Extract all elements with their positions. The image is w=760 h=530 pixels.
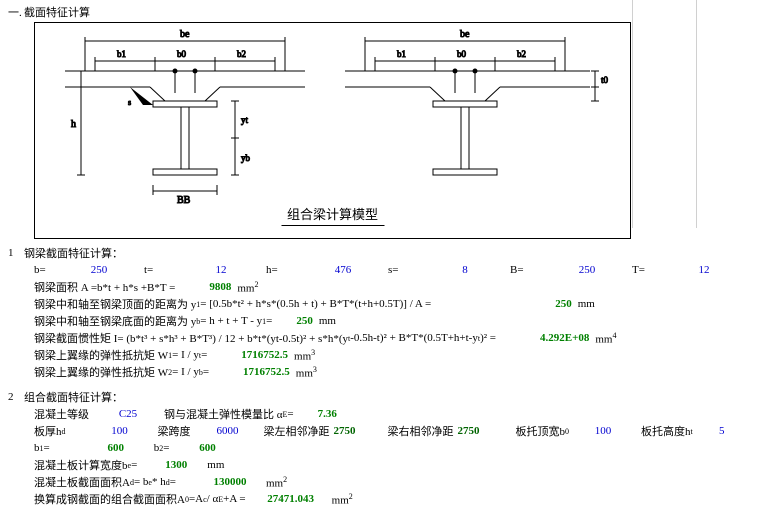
hd[interactable]: 100 bbox=[94, 425, 146, 437]
sec2-b1b2: b1 = 600 b2 = 600 bbox=[8, 440, 760, 456]
ht[interactable]: 5 bbox=[703, 425, 741, 437]
svg-text:yt: yt bbox=[241, 115, 249, 125]
svg-text:be: be bbox=[460, 29, 470, 40]
doc-header: 一. 截面特征计算 bbox=[8, 4, 760, 20]
svg-text:b2: b2 bbox=[237, 49, 246, 59]
param-s[interactable]: 8 bbox=[436, 264, 494, 276]
svg-text:b1: b1 bbox=[397, 49, 406, 59]
header-index: 一. bbox=[8, 4, 24, 20]
W2-row: 钢梁上翼缘的弹性抵抗矩 W2 = I / yb = 1716752.5 mm3 bbox=[8, 364, 760, 380]
svg-text:BB: BB bbox=[177, 195, 191, 206]
concrete-grade[interactable]: C25 bbox=[104, 408, 152, 420]
param-B[interactable]: 250 bbox=[558, 264, 616, 276]
svg-text:b1: b1 bbox=[117, 49, 126, 59]
param-h[interactable]: 476 bbox=[314, 264, 372, 276]
svg-text:s: s bbox=[128, 98, 131, 107]
svg-text:t0: t0 bbox=[601, 75, 609, 85]
right-gap[interactable]: 2750 bbox=[454, 425, 502, 437]
y1-value: 250 bbox=[551, 298, 576, 310]
span[interactable]: 6000 bbox=[202, 425, 254, 437]
I-row: 钢梁截面惯性矩 I= (b*t³ + s*h³ + B*T³) / 12 + b… bbox=[8, 330, 760, 346]
b0[interactable]: 100 bbox=[579, 425, 627, 437]
svg-text:b0: b0 bbox=[457, 49, 467, 59]
sec1-params: b= 250 t= 12 h= 476 s= 8 B= 250 T= 12 bbox=[8, 262, 760, 278]
header-title: 截面特征计算 bbox=[24, 4, 90, 20]
figure-caption: 组合梁计算模型 bbox=[281, 204, 384, 226]
sec2-A0: 换算成钢截面的组合截面面积A0 =Ac/ α E +A = 27471.043 … bbox=[8, 491, 760, 507]
left-gap[interactable]: 2750 bbox=[330, 425, 378, 437]
svg-text:b0: b0 bbox=[177, 49, 187, 59]
W1-row: 钢梁上翼缘的弹性抵抗矩 W1 = I / yt = 1716752.5 mm3 bbox=[8, 347, 760, 363]
W1-value: 1716752.5 bbox=[237, 349, 292, 361]
Ad-value: 130000 bbox=[196, 476, 264, 488]
yb-value: 250 bbox=[292, 315, 317, 327]
param-T[interactable]: 12 bbox=[680, 264, 728, 276]
sec1-header: 1 钢梁截面特征计算： bbox=[8, 245, 760, 261]
be-value: 1300 bbox=[147, 459, 205, 471]
sec2-header: 2 组合截面特征计算： bbox=[8, 389, 760, 405]
y1-row: 钢梁中和轴至钢梁顶面的距离为 y1 = [0.5b*t² + h*s*(0.5h… bbox=[8, 296, 760, 312]
svg-text:be: be bbox=[180, 29, 190, 40]
sec2-line1: 混凝土等级 C25 钢与混凝土弹性模量比 αE = 7.36 bbox=[8, 406, 760, 422]
svg-text:yb: yb bbox=[241, 153, 251, 163]
svg-text:b2: b2 bbox=[517, 49, 526, 59]
figure-box: be b1 b0 b2 s h yt yb bbox=[34, 22, 631, 239]
b2-value: 600 bbox=[181, 442, 233, 454]
area-row: 钢梁面积 A =b*t + h*s +B*T = 9808 mm2 bbox=[8, 279, 760, 295]
sec2-Ad: 混凝土板截面面积Ad = be * hd = 130000 mm2 bbox=[8, 474, 760, 490]
sec2-line2: 板厚hd 100 梁跨度 6000 梁左相邻净距 2750 梁右相邻净距 275… bbox=[8, 423, 760, 439]
svg-text:h: h bbox=[71, 119, 76, 130]
A0-value: 27471.043 bbox=[252, 493, 330, 505]
W2-value: 1716752.5 bbox=[239, 366, 294, 378]
I-value: 4.292E+08 bbox=[536, 332, 593, 344]
area-value: 9808 bbox=[205, 281, 235, 293]
param-t[interactable]: 12 bbox=[192, 264, 250, 276]
alphaE-value: 7.36 bbox=[314, 408, 341, 420]
b1-value: 600 bbox=[90, 442, 142, 454]
yb-row: 钢梁中和轴至钢梁底面的距离为 yb = h + t + T - y1 = 250… bbox=[8, 313, 760, 329]
param-b[interactable]: 250 bbox=[70, 264, 128, 276]
sec2-be: 混凝土板计算宽度be= 1300 mm bbox=[8, 457, 760, 473]
